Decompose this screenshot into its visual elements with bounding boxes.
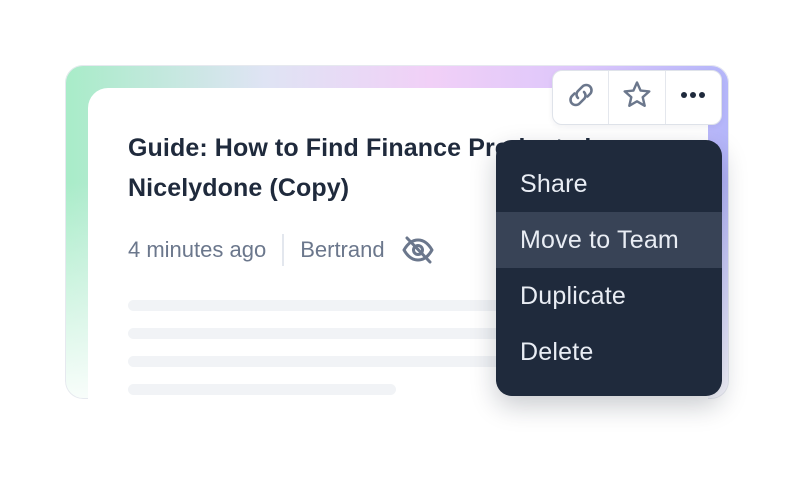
link-icon xyxy=(564,78,598,117)
content-placeholder-line xyxy=(128,328,508,339)
menu-item-duplicate[interactable]: Duplicate xyxy=(496,268,722,324)
menu-item-delete[interactable]: Delete xyxy=(496,324,722,380)
content-placeholder-line xyxy=(128,300,508,311)
updated-time: 4 minutes ago xyxy=(128,237,267,262)
meta-divider xyxy=(282,234,285,266)
content-placeholder-line xyxy=(128,384,396,395)
document-meta: 4 minutes ago Bertrand xyxy=(128,232,435,268)
more-options-button[interactable] xyxy=(666,71,721,124)
favorite-button[interactable] xyxy=(609,71,666,124)
card-toolbar xyxy=(552,70,722,125)
menu-item-move-to-team[interactable]: Move to Team xyxy=(496,212,722,268)
content-placeholder-line xyxy=(128,356,508,367)
stage: Guide: How to Find Finance Products in N… xyxy=(0,0,804,498)
menu-item-share[interactable]: Share xyxy=(496,156,722,212)
context-menu: Share Move to Team Duplicate Delete xyxy=(496,140,722,396)
author-name: Bertrand xyxy=(300,237,385,262)
star-icon xyxy=(621,79,653,116)
eye-off-icon xyxy=(401,235,435,265)
more-horizontal-icon xyxy=(677,79,709,116)
copy-link-button[interactable] xyxy=(553,71,610,124)
